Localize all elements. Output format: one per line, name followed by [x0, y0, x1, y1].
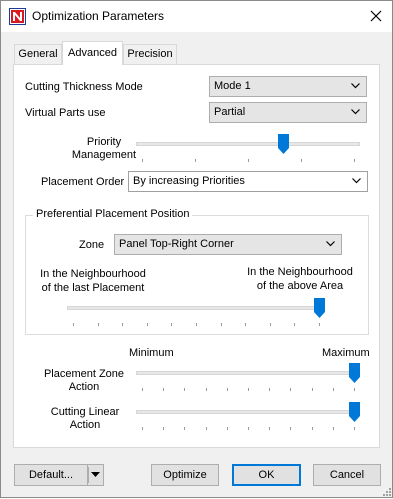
preferential-placement-title: Preferential Placement Position	[33, 208, 193, 220]
slider-tick	[142, 159, 143, 162]
slider-tick	[312, 388, 313, 391]
placement-zone-action-line1: Placement Zone	[43, 368, 125, 380]
cancel-button[interactable]: Cancel	[313, 464, 381, 486]
optimization-parameters-dialog: Optimization Parameters General Advanced…	[0, 0, 393, 498]
cutting-linear-action-label: Cutting Linear Action	[45, 406, 125, 432]
optimize-button[interactable]: Optimize	[151, 464, 219, 486]
chevron-down-icon	[352, 178, 361, 184]
slider-track[interactable]	[67, 306, 325, 310]
slider-tick	[98, 323, 99, 326]
slider-tick	[290, 388, 291, 391]
slider-tick	[142, 388, 143, 391]
slider-tick	[269, 388, 270, 391]
placement-order-value: By increasing Priorities	[133, 175, 245, 187]
neighbourhood-last-placement-label: In the Neighbourhood of the last Placeme…	[31, 267, 155, 295]
priority-management-label-line2: Management	[71, 149, 137, 161]
slider-tick	[196, 323, 197, 326]
slider-tick	[269, 427, 270, 430]
slider-thumb[interactable]	[277, 134, 289, 154]
neighbourhood-last-placement-line1: In the Neighbourhood	[40, 268, 146, 280]
chevron-down-icon	[351, 83, 360, 89]
neighbourhood-last-placement-line2: of the last Placement	[41, 282, 145, 294]
slider-tick	[270, 323, 271, 326]
slider-track[interactable]	[136, 410, 360, 414]
chevron-down-icon	[91, 472, 100, 477]
slider-tick	[227, 427, 228, 430]
slider-thumb[interactable]	[348, 402, 360, 422]
virtual-parts-use-value: Partial	[214, 106, 246, 118]
slider-thumb[interactable]	[348, 363, 360, 383]
zone-label: Zone	[79, 239, 105, 251]
maximum-label: Maximum	[322, 347, 370, 359]
slider-tick	[195, 159, 196, 162]
cutting-linear-action-line2: Action	[69, 419, 101, 431]
cutting-linear-action-line1: Cutting Linear	[50, 406, 120, 418]
slider-tick	[290, 427, 291, 430]
cutting-thickness-mode-select[interactable]: Mode 1	[209, 76, 367, 97]
preferential-placement-slider[interactable]	[67, 298, 325, 328]
chevron-down-icon	[326, 241, 335, 247]
slider-tick	[248, 159, 249, 162]
chevron-down-icon	[351, 109, 360, 115]
split-divider	[88, 467, 89, 483]
slider-tick	[294, 323, 295, 326]
slider-tick	[354, 427, 355, 430]
slider-tick	[206, 388, 207, 391]
slider-tick	[221, 323, 222, 326]
slider-tick	[333, 427, 334, 430]
slider-tick	[248, 388, 249, 391]
slider-tick	[163, 388, 164, 391]
slider-tick	[171, 323, 172, 326]
default-button-label: Default...	[28, 469, 74, 481]
optimize-button-label: Optimize	[163, 469, 207, 481]
placement-order-label: Placement Order	[41, 176, 125, 188]
priority-management-label: Priority Management	[71, 136, 137, 162]
neighbourhood-above-area-line1: In the Neighbourhood	[247, 266, 353, 278]
slider-tick	[354, 159, 355, 162]
neighbourhood-above-area-label: In the Neighbourhood of the above Area	[238, 265, 362, 293]
default-dropdown-button[interactable]	[88, 464, 104, 486]
slider-tick	[184, 388, 185, 391]
slider-thumb[interactable]	[313, 298, 325, 318]
resize-grip-icon[interactable]	[381, 486, 391, 496]
cancel-button-label: Cancel	[329, 469, 365, 481]
slider-tick	[73, 323, 74, 326]
default-button[interactable]: Default...	[14, 464, 88, 486]
slider-tick	[227, 388, 228, 391]
zone-select[interactable]: Panel Top-Right Corner	[114, 234, 342, 255]
virtual-parts-use-select[interactable]: Partial	[209, 102, 367, 123]
cutting-thickness-mode-label: Cutting Thickness Mode	[25, 81, 143, 93]
slider-tick	[245, 323, 246, 326]
minimum-label: Minimum	[129, 347, 174, 359]
cutting-linear-action-slider[interactable]	[136, 402, 360, 432]
slider-tick	[142, 427, 143, 430]
neighbourhood-above-area-line2: of the above Area	[256, 280, 344, 292]
ok-button-label: OK	[258, 469, 275, 481]
slider-tick	[301, 159, 302, 162]
cutting-thickness-mode-value: Mode 1	[214, 80, 251, 92]
panel-content: Cutting Thickness Mode Mode 1 Virtual Pa…	[1, 1, 393, 499]
slider-tick	[206, 427, 207, 430]
slider-tick	[122, 323, 123, 326]
slider-tick	[354, 388, 355, 391]
priority-management-label-line1: Priority	[86, 136, 122, 148]
slider-track[interactable]	[136, 142, 360, 146]
slider-tick	[333, 388, 334, 391]
placement-zone-action-line2: Action	[68, 381, 100, 393]
slider-tick	[248, 427, 249, 430]
slider-tick	[163, 427, 164, 430]
slider-tick	[147, 323, 148, 326]
ok-button[interactable]: OK	[232, 464, 301, 486]
slider-track[interactable]	[136, 371, 360, 375]
placement-zone-action-label: Placement Zone Action	[41, 368, 127, 394]
placement-order-select[interactable]: By increasing Priorities	[128, 171, 368, 192]
zone-value: Panel Top-Right Corner	[119, 238, 234, 250]
slider-tick	[184, 427, 185, 430]
slider-tick	[312, 427, 313, 430]
placement-zone-action-slider[interactable]	[136, 363, 360, 393]
slider-tick	[319, 323, 320, 326]
priority-management-slider[interactable]	[136, 134, 360, 164]
virtual-parts-use-label: Virtual Parts use	[25, 107, 106, 119]
